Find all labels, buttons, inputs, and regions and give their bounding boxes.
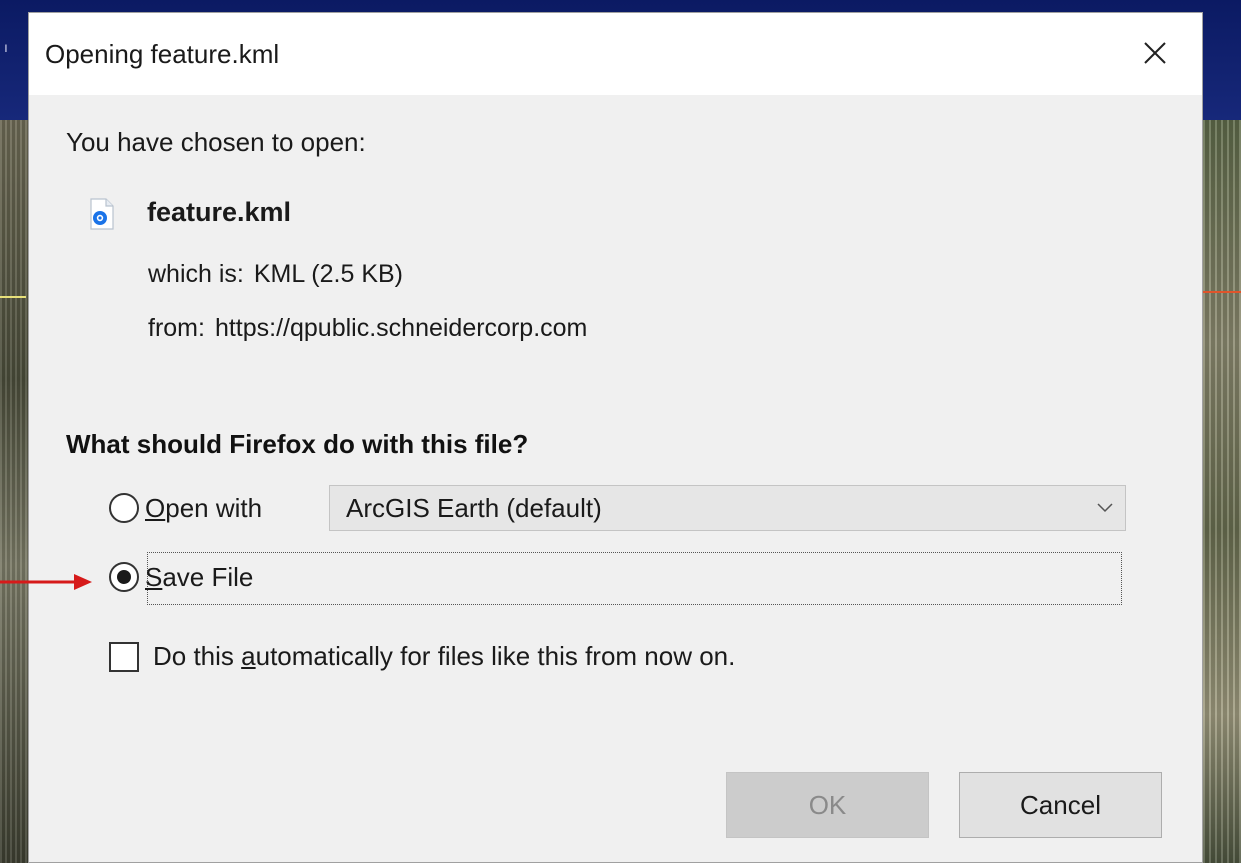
open-with-label: Open with — [145, 492, 263, 523]
map-line — [1203, 291, 1241, 293]
file-name: feature.kml — [147, 197, 292, 227]
intro-text: You have chosen to open: — [66, 127, 366, 157]
background-glyph: ı — [4, 39, 8, 55]
background-map-right — [1203, 120, 1241, 863]
file-type-line: which is: KML (2.5 KB) — [148, 260, 403, 289]
download-dialog: Opening feature.kml You have chosen to o… — [28, 12, 1203, 863]
file-source-line: from: https://qpublic.schneidercorp.com — [148, 314, 587, 343]
open-with-app-value: ArcGIS Earth (default) — [346, 492, 602, 523]
action-question: What should Firefox do with this file? — [66, 429, 529, 459]
save-file-option[interactable]: Save File — [109, 559, 253, 595]
cancel-button[interactable]: Cancel — [959, 772, 1162, 838]
close-icon — [1144, 42, 1166, 64]
focus-outline — [147, 552, 1122, 605]
dialog-titlebar: Opening feature.kml — [29, 13, 1202, 95]
file-source-label: from: — [148, 314, 205, 342]
annotation-arrow-icon — [0, 574, 92, 590]
save-file-radio[interactable] — [109, 562, 139, 592]
open-with-app-select[interactable]: ArcGIS Earth (default) — [329, 485, 1126, 531]
background-map-left — [0, 120, 28, 863]
kml-file-icon — [90, 198, 114, 230]
map-line — [0, 296, 26, 298]
auto-action-checkbox[interactable] — [109, 641, 139, 672]
auto-action-option[interactable]: Do this automatically for files like thi… — [109, 641, 735, 672]
file-source-value: https://qpublic.schneidercorp.com — [214, 314, 588, 342]
screen: ı Opening feature.kml You have chosen to… — [0, 0, 1241, 863]
open-with-option[interactable]: Open with — [109, 490, 262, 526]
auto-action-label: Do this automatically for files like thi… — [153, 641, 736, 671]
ok-button[interactable]: OK — [726, 772, 929, 838]
chevron-down-icon — [1085, 486, 1125, 530]
file-type-label: which is: — [148, 260, 244, 288]
dialog-title: Opening feature.kml — [45, 39, 280, 69]
save-file-label: Save File — [145, 561, 254, 592]
close-button[interactable] — [1127, 31, 1183, 75]
open-with-radio[interactable] — [109, 493, 139, 523]
file-type-value: KML (2.5 KB) — [253, 260, 403, 288]
